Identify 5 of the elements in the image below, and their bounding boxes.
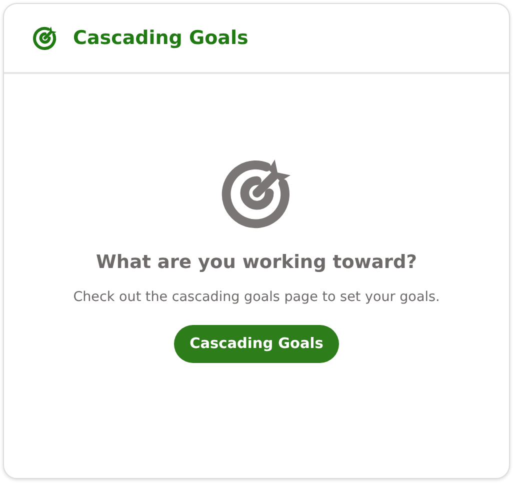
empty-state-message: Check out the cascading goals page to set your goals. [73,289,440,305]
target-icon [31,24,59,52]
cascading-goals-button[interactable]: Cascading Goals [174,325,340,363]
card-title: Cascading Goals [73,27,248,49]
empty-state-heading: What are you working toward? [96,252,417,273]
